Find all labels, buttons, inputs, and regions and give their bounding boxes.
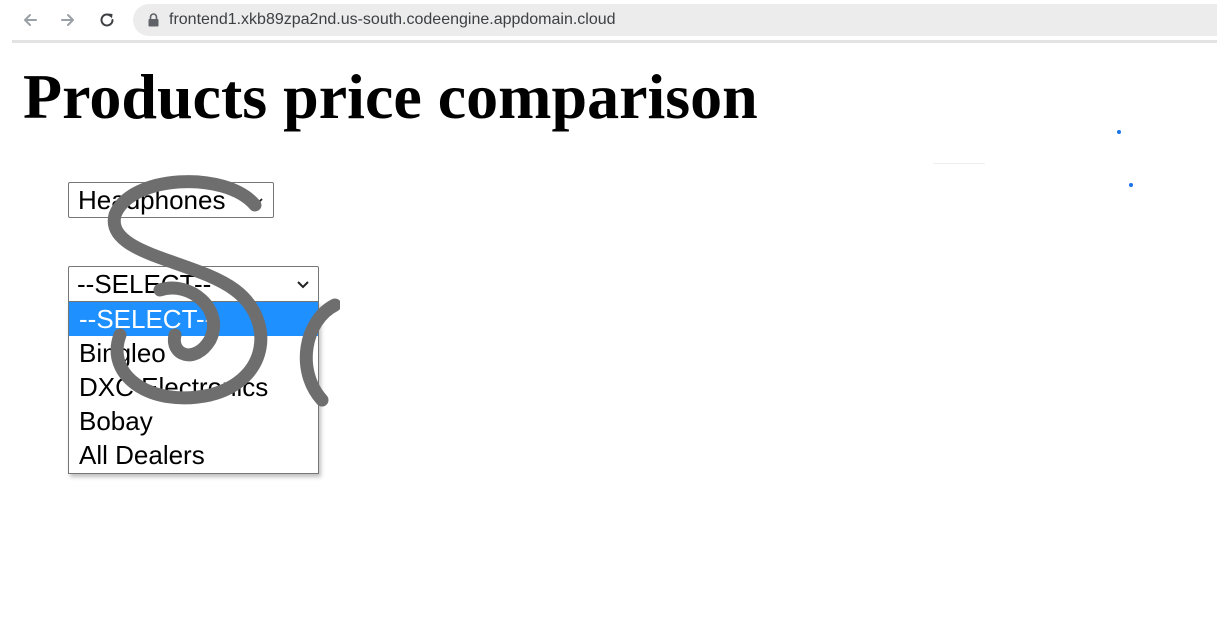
dealer-dropdown-list: --SELECT-- Bingleo DXC Electronics Bobay All… (68, 302, 319, 474)
category-select[interactable]: Headphones (68, 182, 274, 218)
dropdown-option[interactable]: All Dealers (69, 438, 318, 472)
arrow-left-icon (24, 14, 37, 26)
back-button[interactable] (18, 8, 42, 32)
page-title: Products price comparison (23, 61, 758, 132)
toolbar-divider (12, 40, 1217, 43)
dropdown-option[interactable]: --SELECT-- (69, 302, 318, 336)
dealer-select-value: --SELECT-- (77, 268, 212, 299)
reload-button[interactable] (95, 8, 119, 32)
arrow-right-icon (61, 14, 74, 26)
blue-dot (1117, 130, 1121, 134)
chevron-down-icon (253, 198, 263, 205)
chevron-down-icon (297, 281, 309, 289)
category-select-value: Headphones (78, 184, 226, 215)
dropdown-option[interactable]: Bingleo (69, 336, 318, 370)
forward-button[interactable] (56, 8, 80, 32)
blue-dot (1129, 183, 1133, 187)
dropdown-option[interactable]: DXC Electronics (69, 370, 318, 404)
url-text[interactable]: frontend1.xkb89zpa2nd.us-south.codeengin… (169, 11, 616, 29)
address-bar[interactable]: frontend1.xkb89zpa2nd.us-south.codeengin… (133, 4, 1217, 36)
dropdown-option[interactable]: Bobay (69, 404, 318, 438)
dealer-select[interactable]: --SELECT-- (68, 266, 319, 302)
browser-toolbar: frontend1.xkb89zpa2nd.us-south.codeengin… (0, 0, 1217, 43)
reload-icon (100, 13, 114, 27)
lock-icon (147, 13, 159, 27)
divider (933, 163, 985, 164)
